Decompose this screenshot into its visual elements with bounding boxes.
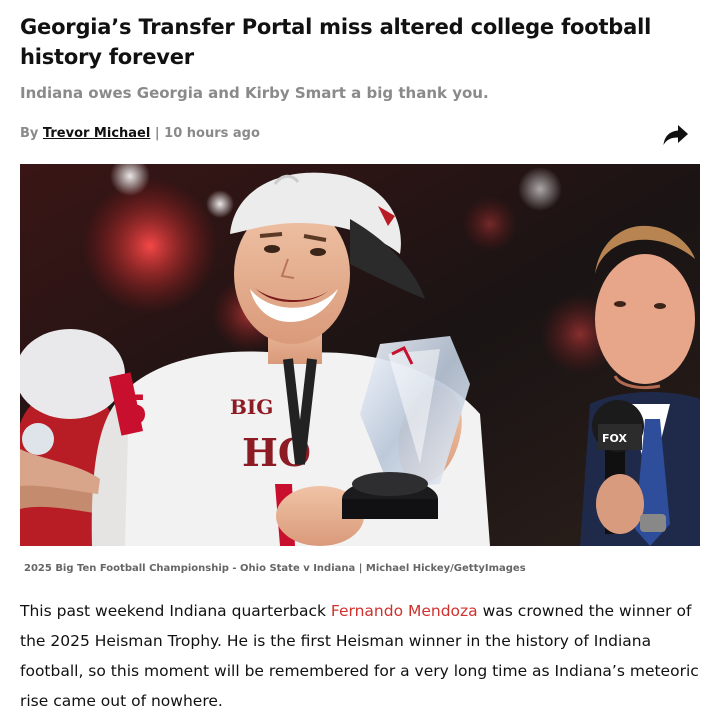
author-link[interactable]: Trevor Michael — [43, 126, 150, 141]
share-arrow-icon — [663, 125, 688, 145]
jersey-number: 5 — [120, 388, 148, 434]
byline: By Trevor Michael | 10 hours ago — [20, 126, 260, 141]
player-link[interactable]: Fernando Mendoza — [331, 602, 478, 620]
share-button[interactable] — [662, 122, 690, 148]
jersey-logo: BIG — [230, 395, 273, 419]
photo-illustration: BIG HO 5 FOX — [20, 164, 700, 546]
paragraph-text-start: This past weekend Indiana quarterback — [20, 602, 331, 620]
article-subheadline: Indiana owes Georgia and Kirby Smart a b… — [20, 84, 489, 102]
article-paragraph: This past weekend Indiana quarterback Fe… — [20, 596, 700, 716]
article-headline: Georgia’s Transfer Portal miss altered c… — [20, 15, 652, 69]
byline-separator: | — [154, 126, 160, 141]
byline-prefix: By — [20, 126, 39, 141]
publish-time: 10 hours ago — [164, 126, 260, 141]
mic-flag-text: FOX — [602, 432, 627, 445]
article-photo: BIG HO 5 FOX — [20, 164, 700, 546]
article-page: Georgia’s Transfer Portal miss altered c… — [0, 0, 720, 720]
photo-caption: 2025 Big Ten Football Championship - Ohi… — [24, 563, 526, 574]
